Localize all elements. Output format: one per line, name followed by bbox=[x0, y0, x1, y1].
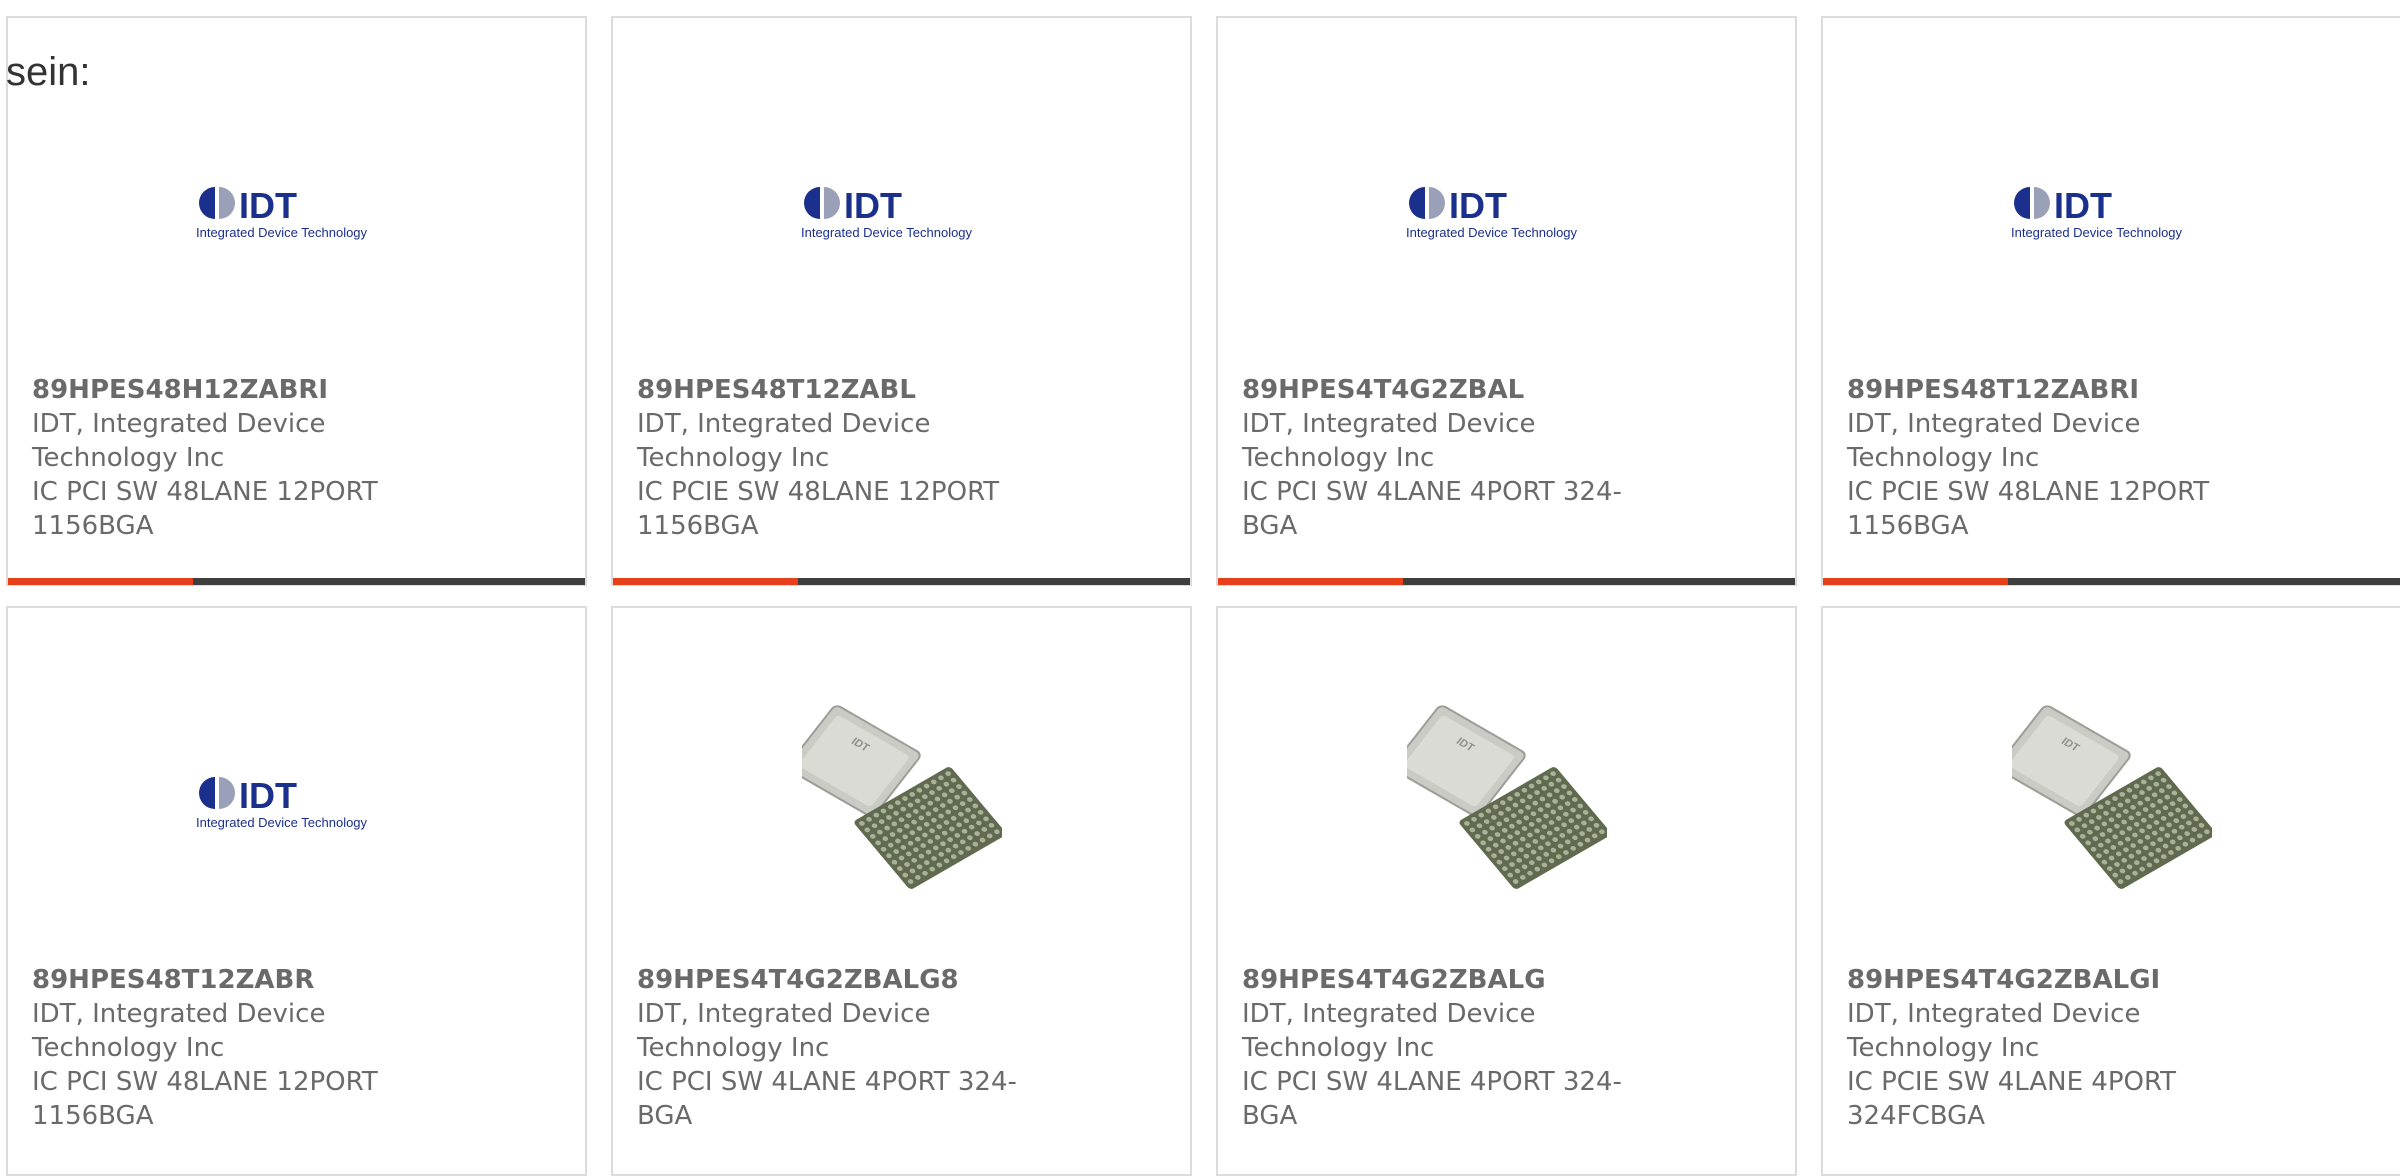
part-number-link[interactable]: 89HPES4T4G2ZBALG bbox=[1242, 963, 1771, 997]
card-progress-bar bbox=[613, 578, 1190, 585]
svg-text:IDT: IDT bbox=[239, 185, 297, 226]
product-thumbnail[interactable]: IDT Integrated Device Technology bbox=[195, 703, 399, 903]
svg-text:Integrated Device Technology: Integrated Device Technology bbox=[801, 225, 973, 240]
product-description: IC PCIE SW 4LANE 4PORT 324FCBGA bbox=[1847, 1067, 2177, 1131]
product-card[interactable]: IDT 89HPES4T4G2ZBALG IDT, Integrated Devic… bbox=[1216, 606, 1797, 1176]
product-card[interactable]: IDT Integrated Device Technology 89HPES48T… bbox=[1821, 16, 2400, 586]
part-number-link[interactable]: 89HPES4T4G2ZBALG8 bbox=[637, 963, 1166, 997]
idt-logo: IDT Integrated Device Technology bbox=[1405, 183, 1609, 243]
part-number-link[interactable]: 89HPES48T12ZABL bbox=[637, 373, 1166, 407]
card-progress-bar bbox=[1218, 578, 1795, 585]
product-info: 89HPES4T4G2ZBALG IDT, Integrated Device T… bbox=[1242, 963, 1771, 1133]
svg-text:Integrated Device Technology: Integrated Device Technology bbox=[2011, 225, 2183, 240]
svg-text:IDT: IDT bbox=[2054, 185, 2112, 226]
card-progress-fill bbox=[613, 578, 798, 585]
part-number-link[interactable]: 89HPES48H12ZABRI bbox=[32, 373, 561, 407]
svg-text:IDT: IDT bbox=[239, 775, 297, 816]
product-info: 89HPES48T12ZABL IDT, Integrated Device Te… bbox=[637, 373, 1166, 543]
card-progress-bar bbox=[8, 578, 585, 585]
part-number-link[interactable]: 89HPES48T12ZABRI bbox=[1847, 373, 2376, 407]
idt-logo: IDT Integrated Device Technology bbox=[2010, 183, 2214, 243]
product-card[interactable]: IDT 89HPES4T4G2ZBALGI IDT, Integrated Devi… bbox=[1821, 606, 2400, 1176]
card-progress-fill bbox=[1218, 578, 1403, 585]
idt-logo: IDT Integrated Device Technology bbox=[800, 183, 1004, 243]
card-progress-fill bbox=[8, 578, 193, 585]
product-description: IC PCI SW 4LANE 4PORT 324-BGA bbox=[637, 1067, 1017, 1131]
product-card[interactable]: IDT Integrated Device Technology 89HPES48T… bbox=[6, 606, 587, 1176]
product-description: IC PCI SW 4LANE 4PORT 324-BGA bbox=[1242, 477, 1622, 541]
part-number-link[interactable]: 89HPES48T12ZABR bbox=[32, 963, 561, 997]
product-card[interactable]: IDT Integrated Device Technology 89HPES4T4… bbox=[1216, 16, 1797, 586]
product-info: 89HPES4T4G2ZBAL IDT, Integrated Device Te… bbox=[1242, 373, 1771, 543]
product-card[interactable]: IDT 89HPES4T4G2ZBALG8 IDT, Integrated Devi… bbox=[611, 606, 1192, 1176]
bga-chip-image: IDT bbox=[1406, 703, 1607, 903]
product-info: 89HPES4T4G2ZBALG8 IDT, Integrated Device … bbox=[637, 963, 1166, 1133]
part-number-link[interactable]: 89HPES4T4G2ZBALGI bbox=[1847, 963, 2376, 997]
product-info: 89HPES48T12ZABRI IDT, Integrated Device T… bbox=[1847, 373, 2376, 543]
manufacturer-name: IDT, Integrated Device Technology Inc bbox=[637, 999, 931, 1063]
product-description: IC PCI SW 4LANE 4PORT 324-BGA bbox=[1242, 1067, 1622, 1131]
svg-text:IDT: IDT bbox=[1449, 185, 1507, 226]
product-thumbnail[interactable]: IDT bbox=[801, 703, 1002, 903]
product-thumbnail[interactable]: IDT bbox=[2011, 703, 2212, 903]
product-info: 89HPES48H12ZABRI IDT, Integrated Device T… bbox=[32, 373, 561, 543]
svg-text:Integrated Device Technology: Integrated Device Technology bbox=[196, 815, 368, 830]
manufacturer-name: IDT, Integrated Device Technology Inc bbox=[1242, 409, 1536, 473]
product-thumbnail[interactable]: IDT bbox=[1406, 703, 1607, 903]
svg-text:IDT: IDT bbox=[844, 185, 902, 226]
product-card[interactable]: IDT Integrated Device Technology 89HPES48T… bbox=[611, 16, 1192, 586]
product-description: IC PCIE SW 48LANE 12PORT 1156BGA bbox=[1847, 477, 2210, 541]
manufacturer-name: IDT, Integrated Device Technology Inc bbox=[32, 409, 326, 473]
product-thumbnail[interactable]: IDT Integrated Device Technology bbox=[800, 113, 1004, 313]
manufacturer-name: IDT, Integrated Device Technology Inc bbox=[1847, 409, 2141, 473]
product-description: IC PCIE SW 48LANE 12PORT 1156BGA bbox=[637, 477, 1000, 541]
part-number-link[interactable]: 89HPES4T4G2ZBAL bbox=[1242, 373, 1771, 407]
manufacturer-name: IDT, Integrated Device Technology Inc bbox=[32, 999, 326, 1063]
product-info: 89HPES4T4G2ZBALGI IDT, Integrated Device … bbox=[1847, 963, 2376, 1133]
product-thumbnail[interactable]: IDT Integrated Device Technology bbox=[1405, 113, 1609, 313]
card-progress-fill bbox=[1823, 578, 2008, 585]
bga-chip-image: IDT bbox=[801, 703, 1002, 903]
manufacturer-name: IDT, Integrated Device Technology Inc bbox=[1847, 999, 2141, 1063]
intro-text: sein: bbox=[6, 50, 91, 94]
svg-text:Integrated Device Technology: Integrated Device Technology bbox=[1406, 225, 1578, 240]
product-thumbnail[interactable]: IDT Integrated Device Technology bbox=[2010, 113, 2214, 313]
product-info: 89HPES48T12ZABR IDT, Integrated Device Te… bbox=[32, 963, 561, 1133]
idt-logo: IDT Integrated Device Technology bbox=[195, 773, 399, 833]
card-progress-bar bbox=[1823, 578, 2400, 585]
bga-chip-image: IDT bbox=[2011, 703, 2212, 903]
product-description: IC PCI SW 48LANE 12PORT 1156BGA bbox=[32, 477, 378, 541]
product-thumbnail[interactable]: IDT Integrated Device Technology bbox=[195, 113, 399, 313]
manufacturer-name: IDT, Integrated Device Technology Inc bbox=[637, 409, 931, 473]
product-description: IC PCI SW 48LANE 12PORT 1156BGA bbox=[32, 1067, 378, 1131]
svg-text:Integrated Device Technology: Integrated Device Technology bbox=[196, 225, 368, 240]
idt-logo: IDT Integrated Device Technology bbox=[195, 183, 399, 243]
manufacturer-name: IDT, Integrated Device Technology Inc bbox=[1242, 999, 1536, 1063]
product-card[interactable]: IDT Integrated Device Technology 89HPES48H… bbox=[6, 16, 587, 586]
